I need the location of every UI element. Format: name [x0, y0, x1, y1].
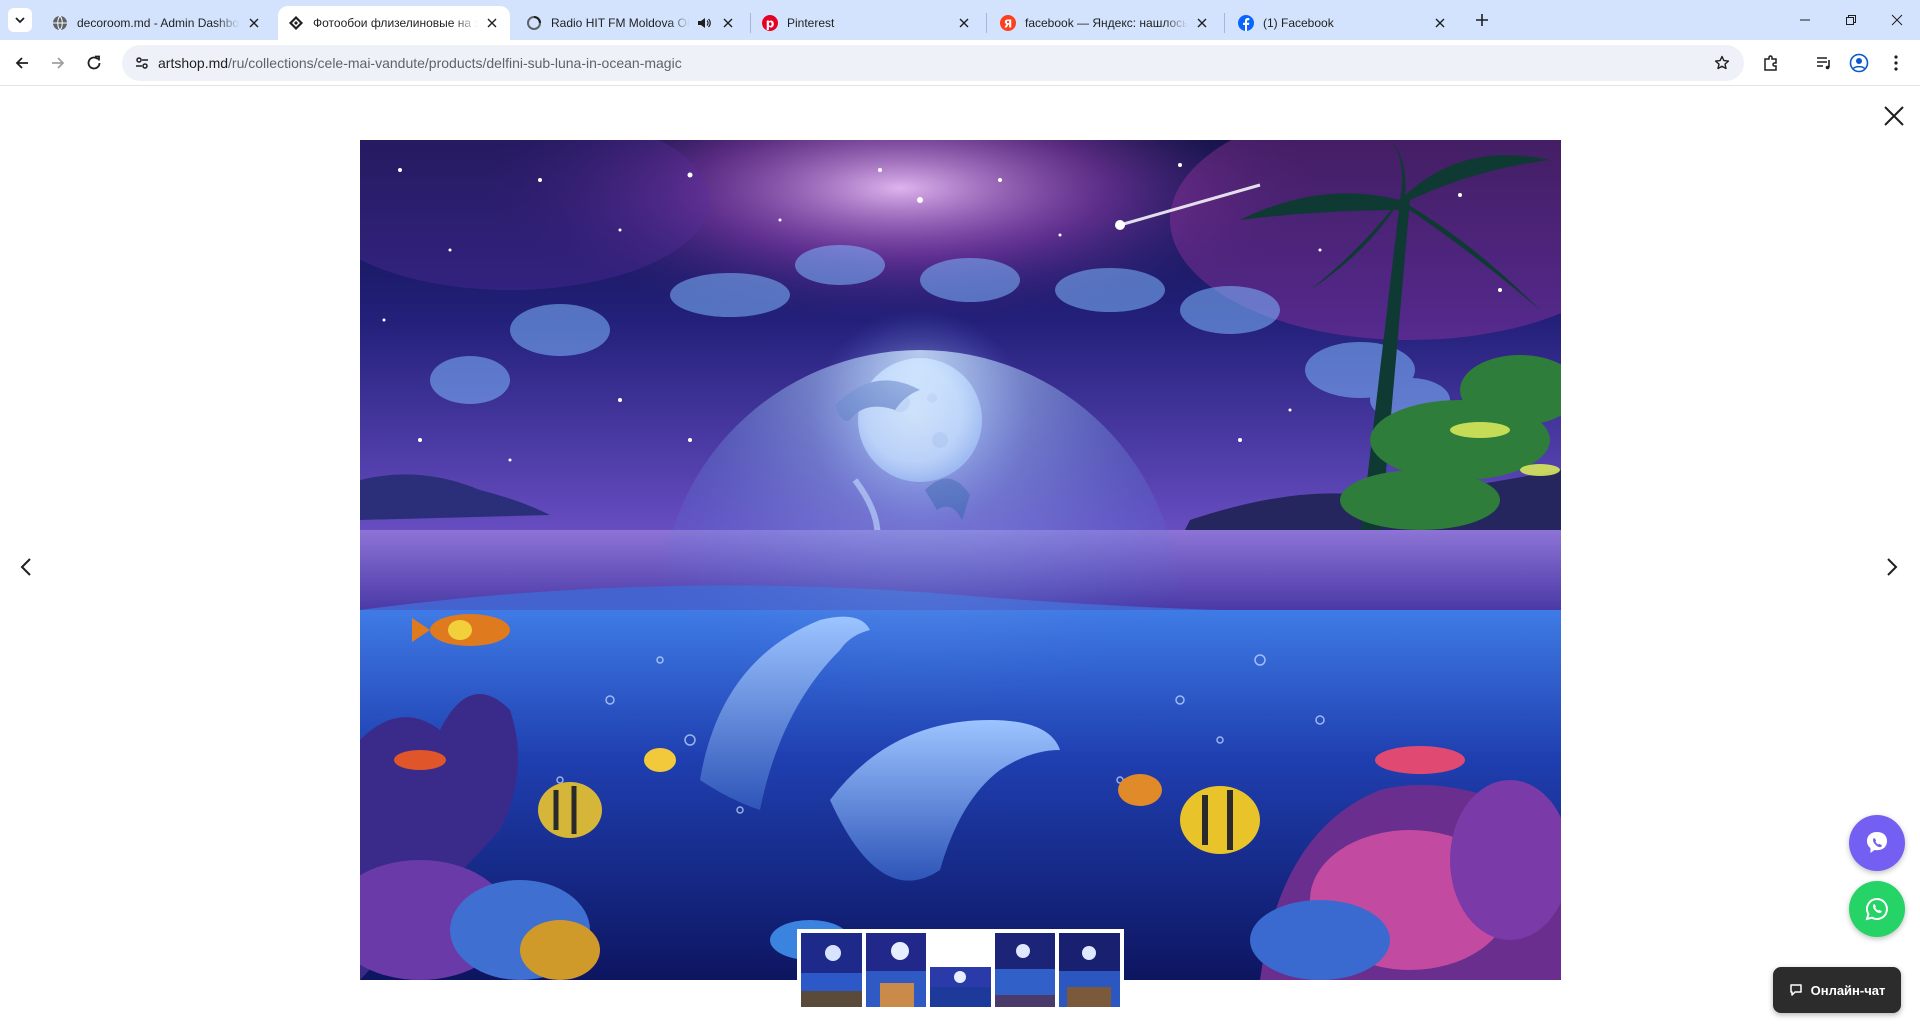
- url-path: /ru/collections/cele-mai-vandute/product…: [228, 55, 682, 71]
- facebook-icon: [1238, 15, 1254, 31]
- browser-toolbar: artshop.md/ru/collections/cele-mai-vandu…: [0, 40, 1920, 86]
- tab-title: Фотообои флизелиновые на заказ: [313, 16, 478, 30]
- tab-separator: [986, 13, 987, 33]
- site-info-icon[interactable]: [130, 51, 154, 75]
- tab-search-button[interactable]: [8, 8, 32, 32]
- tab-strip: decoroom.md - Admin Dashboard Фотообои ф…: [0, 0, 1920, 40]
- arrow-right-icon: [52, 57, 65, 69]
- url-text[interactable]: artshop.md/ru/collections/cele-mai-vandu…: [158, 55, 682, 71]
- chevron-down-icon: [15, 17, 25, 24]
- tab-yandex-search[interactable]: Я facebook — Яндекс: нашлось 2 млн резул…: [990, 6, 1220, 40]
- thumbnail-room-mural: [865, 933, 927, 1007]
- thumbnail-artwork-detail: [930, 967, 991, 1007]
- product-image-lightbox: Онлайн-чат: [0, 87, 1920, 1032]
- svg-text:p: p: [766, 17, 775, 31]
- viber-icon: [1867, 832, 1887, 853]
- close-icon: [1891, 14, 1903, 26]
- thumbnail-3[interactable]: [930, 933, 991, 1007]
- viber-button[interactable]: [1849, 815, 1905, 871]
- thumbnail-2[interactable]: [865, 933, 927, 1007]
- thumbnail-strip: [797, 929, 1124, 1011]
- chat-label: Онлайн-чат: [1810, 982, 1886, 998]
- tab-title: Pinterest: [787, 16, 835, 30]
- chat-bubble-icon: [1789, 984, 1802, 996]
- menu-kebab-icon[interactable]: [1882, 49, 1910, 77]
- reload-button[interactable]: [78, 47, 110, 79]
- close-tab-icon[interactable]: [956, 15, 972, 31]
- restore-icon: [1846, 15, 1856, 25]
- thumbnail-room-mural: [801, 933, 862, 1007]
- url-host: artshop.md: [158, 55, 229, 71]
- globe-icon: [52, 15, 68, 31]
- tab-separator: [1224, 13, 1225, 33]
- close-icon: [1884, 106, 1904, 126]
- forward-button[interactable]: [42, 47, 74, 79]
- plus-icon: [1476, 14, 1488, 26]
- chevron-right-icon: [1887, 558, 1898, 576]
- artshop-logo-icon: [288, 15, 304, 31]
- tab-separator: [750, 13, 751, 33]
- tab-title: decoroom.md - Admin Dashboard: [77, 16, 240, 30]
- extensions-icon[interactable]: [1757, 49, 1785, 77]
- product-main-image: [360, 140, 1561, 980]
- svg-text:Я: Я: [1004, 18, 1012, 31]
- tab-title: (1) Facebook: [1263, 16, 1334, 30]
- reload-icon: [87, 55, 101, 70]
- tab-radio-hitfm[interactable]: Radio HIT FM Moldova Online: [516, 6, 746, 40]
- whatsapp-icon: [1865, 897, 1888, 921]
- media-control-icon[interactable]: [1810, 49, 1838, 77]
- thumbnail-room-mural: [1059, 933, 1120, 1007]
- pinterest-icon: p: [762, 15, 778, 31]
- dolphins-moon-ocean-artwork: [360, 140, 1561, 980]
- tab-title: facebook — Яндекс: нашлось 2 млн результ…: [1025, 16, 1188, 30]
- back-button[interactable]: [6, 47, 38, 79]
- tab-decoroom-admin[interactable]: decoroom.md - Admin Dashboard: [42, 6, 272, 40]
- next-image-button[interactable]: [1880, 549, 1904, 585]
- close-tab-icon[interactable]: [1432, 15, 1448, 31]
- address-bar[interactable]: artshop.md/ru/collections/cele-mai-vandu…: [122, 45, 1744, 81]
- minimize-window-button[interactable]: [1782, 0, 1828, 40]
- close-tab-icon[interactable]: [484, 15, 500, 31]
- online-chat-button[interactable]: Онлайн-чат: [1773, 967, 1901, 1013]
- whatsapp-button[interactable]: [1849, 881, 1905, 937]
- close-tab-icon[interactable]: [1194, 15, 1210, 31]
- close-window-button[interactable]: [1874, 0, 1920, 40]
- audio-playing-icon[interactable]: [696, 15, 712, 31]
- close-tab-icon[interactable]: [246, 15, 262, 31]
- thumbnail-5[interactable]: [1059, 933, 1120, 1007]
- minimize-icon: [1800, 19, 1810, 21]
- yandex-icon: Я: [1000, 15, 1016, 31]
- profile-icon[interactable]: [1845, 49, 1873, 77]
- close-tab-icon[interactable]: [720, 15, 736, 31]
- bookmark-star-icon[interactable]: [1710, 51, 1734, 75]
- thumbnail-4[interactable]: [994, 933, 1056, 1007]
- tab-facebook[interactable]: (1) Facebook: [1228, 6, 1458, 40]
- chevron-left-icon: [20, 558, 31, 576]
- restore-window-button[interactable]: [1828, 0, 1874, 40]
- thumbnail-1[interactable]: [801, 933, 862, 1007]
- new-tab-button[interactable]: [1470, 8, 1494, 32]
- arrow-left-icon: [15, 57, 28, 69]
- close-lightbox-button[interactable]: [1879, 101, 1909, 131]
- previous-image-button[interactable]: [14, 549, 38, 585]
- tab-artshop-product[interactable]: Фотообои флизелиновые на заказ: [278, 6, 510, 40]
- loading-icon: [526, 15, 542, 31]
- thumbnail-room-mural: [994, 933, 1056, 1007]
- tab-pinterest[interactable]: p Pinterest: [752, 6, 982, 40]
- tab-title: Radio HIT FM Moldova Online: [551, 16, 690, 30]
